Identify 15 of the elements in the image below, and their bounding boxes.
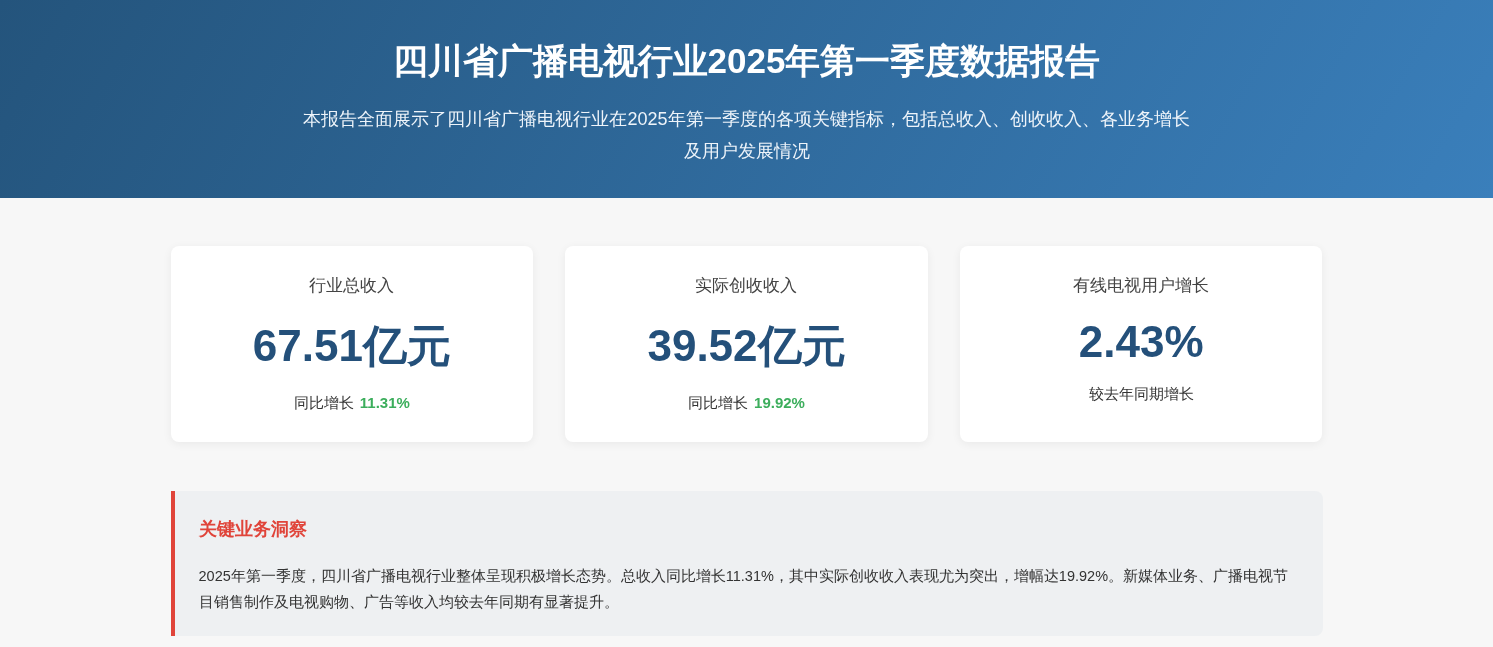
insight-title: 关键业务洞察	[198, 518, 308, 541]
stat-value: 2.43%	[1077, 317, 1205, 367]
stat-value: 67.51亿元	[251, 320, 452, 372]
stat-change: 11.31%	[359, 394, 410, 413]
stat-label: 实际创收收入	[694, 275, 799, 297]
insight-text: 2025年第一季度，四川省广播电视行业整体呈现积极增长态势。总收入同比增长11.31%，其中实际创收收入表现尤为突出，增幅达19.92%。新媒体业务、广播电视节目销售制作及电视购物、广告等收入均较去年同期有显著提升。	[198, 567, 1290, 612]
stat-label: 行业总收入	[308, 275, 396, 297]
stat-note: 同比增长	[293, 394, 354, 413]
stat-value: 39.52亿元	[646, 320, 847, 372]
stat-change: 19.92%	[754, 394, 805, 413]
report-subtitle: 本报告全面展示了四川省广播电视行业在2025年第一季度的各项关键指标，包括总收入、创收收入、各业务增长及用户发展情况	[302, 108, 1191, 163]
stat-note: 同比增长	[688, 394, 749, 413]
stat-note: 较去年同期增长	[1088, 385, 1194, 404]
report-title: 四川省广播电视行业2025年第一季度数据报告	[391, 40, 1102, 82]
stat-label: 有线电视用户增长	[1072, 275, 1211, 297]
